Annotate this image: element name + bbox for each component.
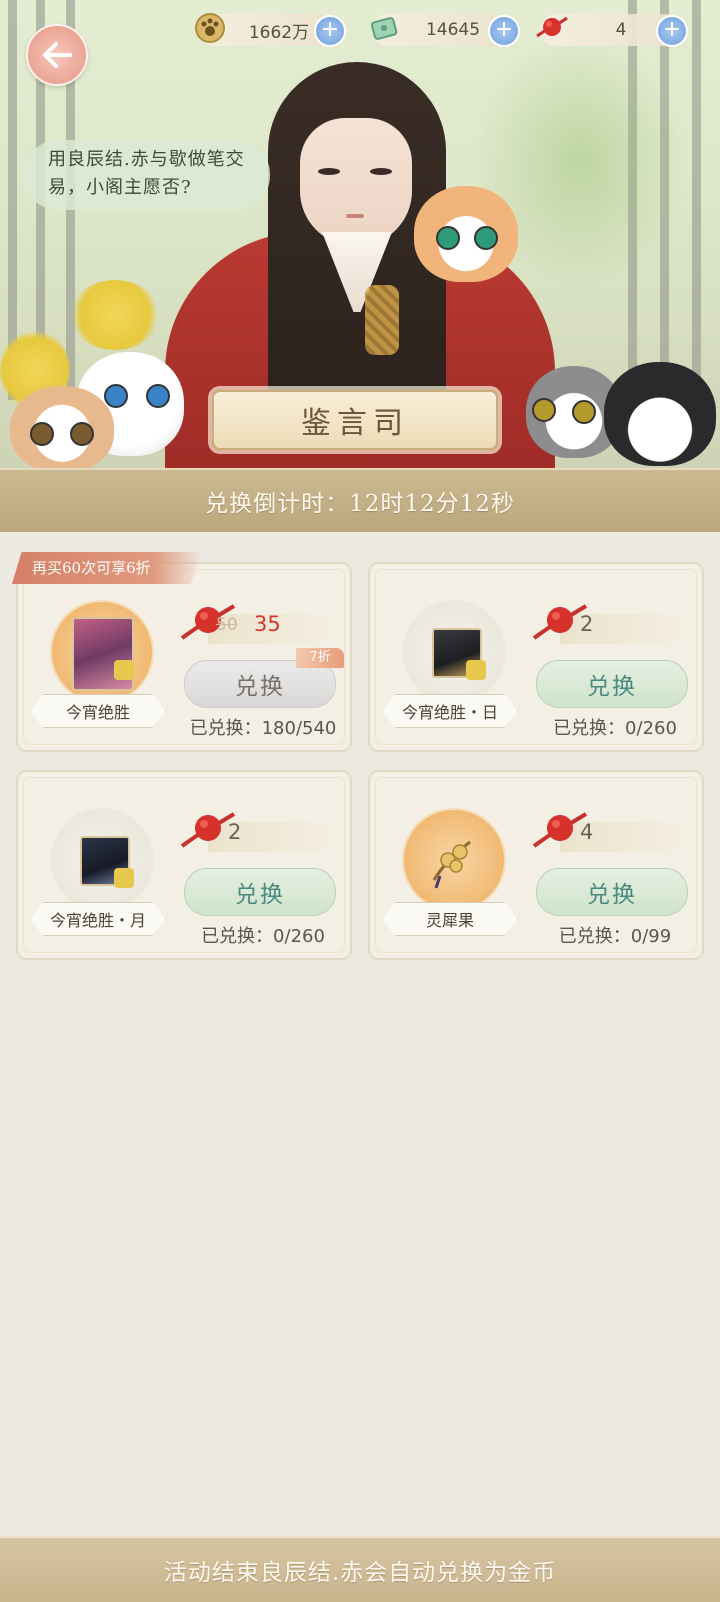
footer-notice: 活动结束良辰结.赤会自动兑换为金币 [0,1536,720,1602]
item-icon-frame [50,808,154,912]
item-icon-frame [402,808,506,912]
exchanged-count: 已兑换：0/99 [558,926,672,947]
item-name: 今宵绝胜 [30,694,166,728]
exchanged-count: 已兑换：0/260 [553,718,677,739]
hero-banner: 用良辰结.赤与歇做笔交易，小阁主愿否? 鉴言司 [0,0,720,475]
exchange-button[interactable]: 兑换 [536,660,688,708]
add-coins-button[interactable]: + [314,15,346,47]
discount-price: 35 [254,612,281,636]
resource-bar-knots: 4 + [536,14,688,47]
add-tickets-button[interactable]: + [488,15,520,47]
pillar-decoration [692,0,701,400]
exchange-button[interactable]: 兑换 [536,868,688,916]
puzzle-piece-icon [114,868,134,888]
countdown-banner: 兑换倒计时：12时12分12秒 [0,468,720,532]
promo-ribbon: 再买60次可享6折 [12,552,202,584]
countdown-text: 兑换倒计时：12时12分12秒 [205,491,515,517]
exchanged-count: 已兑换：0/260 [201,926,325,947]
add-knots-button[interactable]: + [656,15,688,47]
yellow-blossom [70,280,160,350]
item-card: 今宵绝胜・月 2 兑换 已兑换：0/260 [16,770,352,960]
plus-icon: + [494,17,514,42]
item-card: 今宵绝胜・日 2 兑换 已兑换：0/260 [368,562,704,752]
exchange-button-label: 兑换 [587,674,637,700]
item-icon-frame [402,600,506,704]
plus-icon: + [320,17,340,42]
footer-text: 活动结束良辰结.赤会自动兑换为金币 [163,1560,557,1586]
plus-icon: + [662,17,682,42]
exchange-button[interactable]: 兑换 [184,868,336,916]
fruit-branch-icon [432,840,471,889]
red-knot-icon [534,10,570,46]
exchange-button-label: 兑换 [587,882,637,908]
item-price: 2 [580,612,594,636]
puzzle-piece-icon [466,660,486,680]
item-name: 今宵绝胜・日 [382,694,518,728]
item-price: 4 [580,820,594,844]
item-icon-frame [50,600,154,704]
item-name: 灵犀果 [382,902,518,936]
resource-bar-tickets: 14645 + [370,14,520,47]
exchange-button-label: 兑换 [235,882,285,908]
back-arrow-icon [43,42,72,68]
exchange-button-label: 兑换 [235,674,285,700]
item-name: 今宵绝胜・月 [30,902,166,936]
shop-name: 鉴言司 [301,406,409,441]
discount-badge: 7折 [296,648,344,668]
original-price: 50 [216,615,238,635]
speech-bubble: 用良辰结.赤与歇做笔交易，小阁主愿否? [24,140,270,210]
puzzle-piece-icon [114,660,134,680]
back-button[interactable] [26,24,88,86]
item-price: 2 [228,820,242,844]
shop-name-plaque: 鉴言司 [212,390,498,450]
resource-bar-coins: 1662万 + [195,13,346,47]
paw-coin-icon [192,10,228,46]
item-card: 灵犀果 4 兑换 已兑换：0/99 [368,770,704,960]
item-card: 今宵绝胜 50 35 兑换 7折 已兑换：180/540 [16,562,352,752]
jade-ticket-icon [366,10,402,46]
exchanged-count: 已兑换：180/540 [189,718,337,739]
